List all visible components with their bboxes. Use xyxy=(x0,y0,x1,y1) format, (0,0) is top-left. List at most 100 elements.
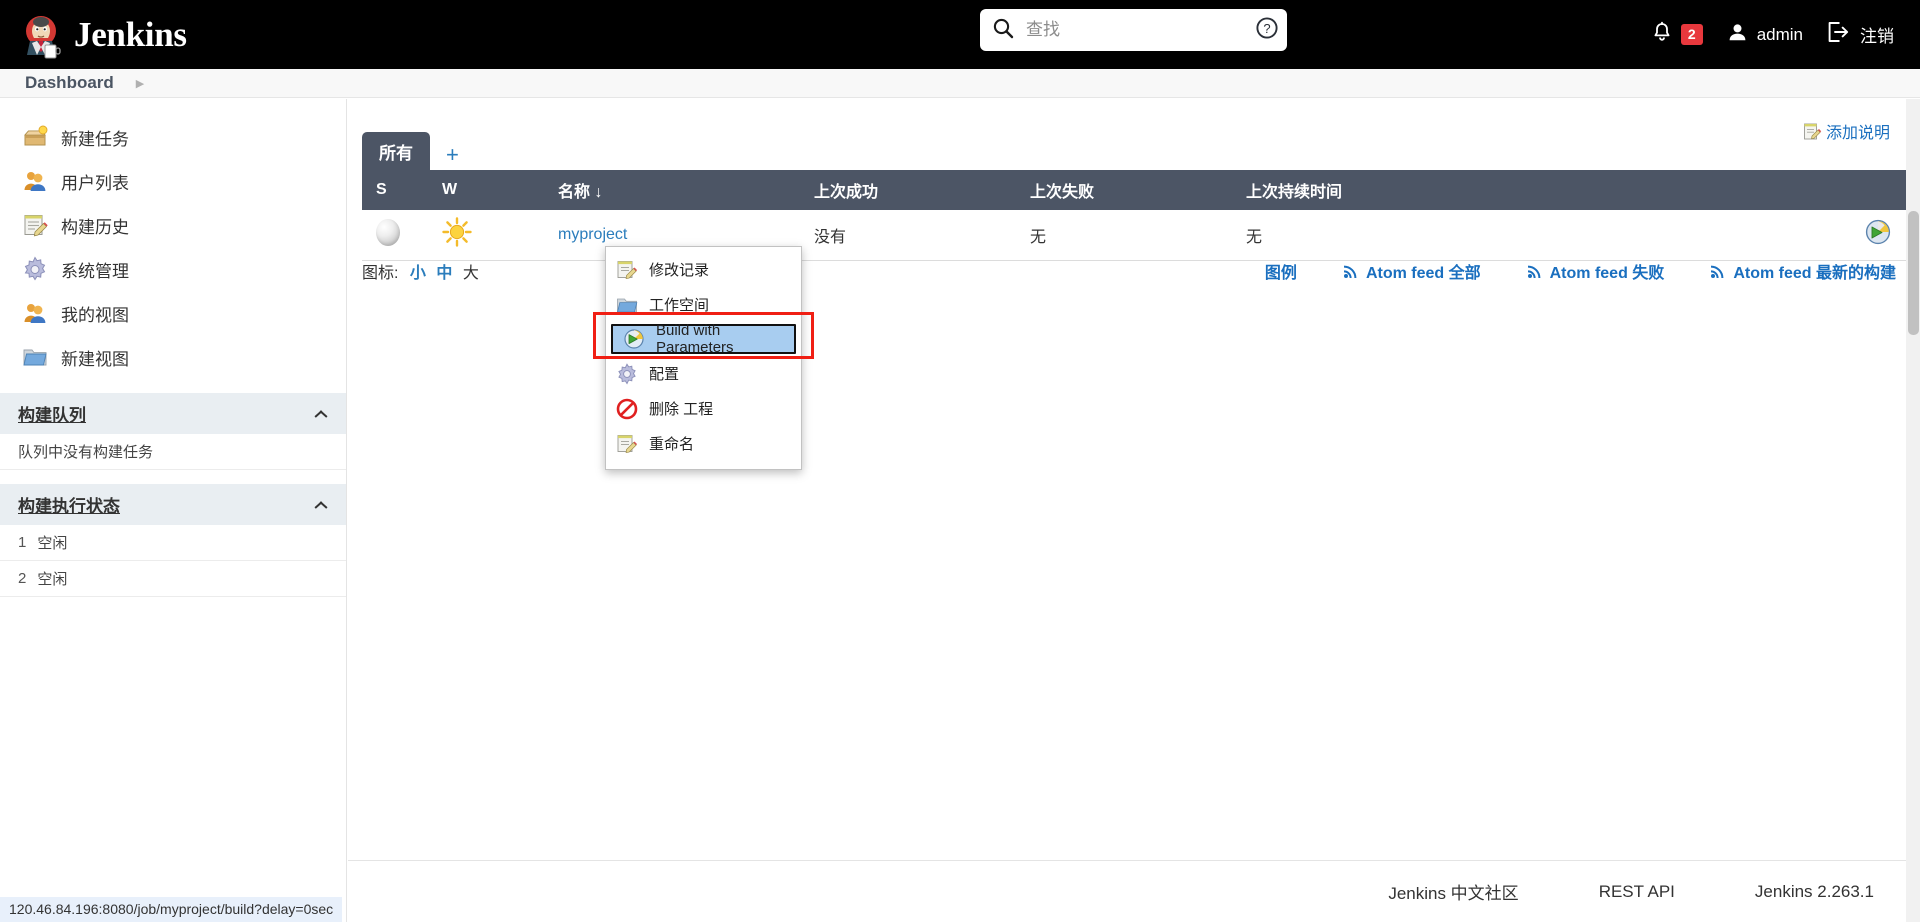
atom-feed-latest-link[interactable]: Atom feed 最新的构建 xyxy=(1710,259,1896,283)
context-menu-item-configure[interactable]: 配置 xyxy=(606,356,801,391)
sidebar-item-new-view[interactable]: 新建视图 xyxy=(0,335,346,379)
notepad-pencil-icon xyxy=(616,433,638,455)
notepad-pencil-icon xyxy=(616,259,638,281)
column-header-name[interactable]: 名称 ↓ xyxy=(544,170,800,210)
executor-row[interactable]: 1 空闲 xyxy=(0,525,346,561)
breadcrumb: Dashboard ▶ xyxy=(0,69,1920,98)
rss-icon xyxy=(1710,263,1726,279)
context-menu-item-build-with-parameters[interactable]: Build with Parameters xyxy=(611,322,796,356)
column-header-last-failure[interactable]: 上次失败 xyxy=(1016,170,1232,210)
build-executor-section: 构建执行状态 1 空闲 2 空闲 xyxy=(0,484,346,597)
footer-version: Jenkins 2.263.1 xyxy=(1754,881,1874,901)
grey-ball-icon xyxy=(376,218,400,246)
footer-link-community[interactable]: Jenkins 中文社区 xyxy=(1388,879,1518,904)
brand-title: Jenkins xyxy=(74,14,187,54)
chevron-right-icon: ▶ xyxy=(135,77,145,90)
header-right-controls: 2 admin 注销 xyxy=(1639,0,1920,69)
build-with-parameters-icon xyxy=(623,328,645,350)
delete-prohibited-icon xyxy=(616,398,638,420)
vertical-scrollbar-thumb[interactable] xyxy=(1908,211,1919,335)
column-header-actions xyxy=(1518,170,1906,210)
cell-actions xyxy=(1518,210,1906,261)
icon-size-label: 图标: xyxy=(362,265,399,282)
executor-state: 空闲 xyxy=(37,571,68,588)
notepad-pencil-icon xyxy=(22,212,48,238)
people-icon xyxy=(22,300,48,326)
notifications-button[interactable]: 2 xyxy=(1639,0,1715,69)
context-menu-item-workspace[interactable]: 工作空间 xyxy=(606,287,801,322)
context-menu-item-changes[interactable]: 修改记录 xyxy=(606,252,801,287)
job-context-menu: 修改记录 工作空间 Build with Parameters 配置 删除 工程… xyxy=(605,246,802,470)
table-row: myproject 没有 无 无 xyxy=(362,210,1906,261)
top-header: Jenkins ? 2 xyxy=(0,0,1920,69)
cell-last-duration: 无 xyxy=(1232,210,1518,261)
vertical-scrollbar-track[interactable] xyxy=(1906,99,1920,922)
chevron-up-icon[interactable] xyxy=(314,500,328,509)
executor-row[interactable]: 2 空闲 xyxy=(0,561,346,597)
logout-button[interactable]: 注销 xyxy=(1815,0,1920,69)
browser-status-bar-url: 120.46.84.196:8080/job/myproject/build?d… xyxy=(0,897,343,922)
chevron-up-icon[interactable] xyxy=(314,409,328,418)
help-circle-icon[interactable]: ? xyxy=(1255,16,1279,45)
jenkins-butler-logo-icon xyxy=(20,11,64,59)
context-menu-item-delete-project[interactable]: 删除 工程 xyxy=(606,391,801,426)
logout-icon xyxy=(1827,21,1851,48)
search-input[interactable] xyxy=(1024,19,1249,41)
build-queue-title: 构建队列 xyxy=(18,406,86,425)
job-link-myproject[interactable]: myproject xyxy=(558,226,627,243)
context-menu-label: 删除 工程 xyxy=(649,401,714,418)
jobs-table: S W 名称 ↓ 上次成功 上次失败 上次持续时间 myproject 没有 无… xyxy=(362,170,1906,261)
build-with-parameters-icon[interactable] xyxy=(1864,220,1892,250)
icon-size-medium[interactable]: 中 xyxy=(436,265,452,282)
gear-icon xyxy=(616,362,638,385)
sidebar-item-manage-jenkins[interactable]: 系统管理 xyxy=(0,247,346,291)
add-view-button[interactable]: + xyxy=(446,142,459,170)
sidebar-item-build-history[interactable]: 构建历史 xyxy=(0,203,346,247)
user-name: admin xyxy=(1756,24,1803,44)
sidebar-item-my-views[interactable]: 我的视图 xyxy=(0,291,346,335)
user-menu-button[interactable]: admin xyxy=(1715,0,1815,69)
cell-weather xyxy=(428,210,544,261)
column-header-weather[interactable]: W xyxy=(428,170,544,210)
rss-icon xyxy=(1527,263,1543,279)
sidebar-item-label: 新建任务 xyxy=(61,129,129,149)
column-header-last-success[interactable]: 上次成功 xyxy=(800,170,1016,210)
sidebar-item-user-list[interactable]: 用户列表 xyxy=(0,159,346,203)
view-tabs: 所有 + xyxy=(362,132,1906,170)
sidebar: 新建任务 用户列表 构建历史 系统管理 我的视图 新建视图 构建队列 队列中没有… xyxy=(0,99,347,922)
build-queue-header[interactable]: 构建队列 xyxy=(0,393,346,434)
executor-number: 1 xyxy=(18,534,27,551)
atom-feed-all-label: Atom feed 全部 xyxy=(1365,265,1481,282)
feed-links: 图例 Atom feed 全部 Atom feed 失败 Atom feed 最… xyxy=(1265,259,1896,283)
new-item-box-icon xyxy=(22,124,48,150)
cell-last-success: 没有 xyxy=(800,210,1016,261)
jenkins-home-link[interactable]: Jenkins xyxy=(20,0,187,69)
breadcrumb-item-dashboard[interactable]: Dashboard xyxy=(25,73,114,93)
build-executor-title: 构建执行状态 xyxy=(18,497,120,516)
logout-label: 注销 xyxy=(1860,27,1894,46)
sunny-icon xyxy=(442,217,472,247)
cell-status xyxy=(362,210,428,261)
context-menu-label: Build with Parameters xyxy=(656,322,734,356)
search-box[interactable]: ? xyxy=(980,9,1287,51)
atom-feed-all-link[interactable]: Atom feed 全部 xyxy=(1343,259,1481,283)
cell-last-failure: 无 xyxy=(1016,210,1232,261)
column-header-last-duration[interactable]: 上次持续时间 xyxy=(1232,170,1518,210)
sidebar-item-new-job[interactable]: 新建任务 xyxy=(0,115,346,159)
page-footer: Jenkins 中文社区 REST API Jenkins 2.263.1 xyxy=(348,860,1920,922)
build-executor-header[interactable]: 构建执行状态 xyxy=(0,484,346,525)
tab-all[interactable]: 所有 xyxy=(362,132,430,170)
sidebar-item-label: 系统管理 xyxy=(61,261,129,281)
context-menu-label: 配置 xyxy=(649,366,680,383)
legend-label: 图例 xyxy=(1264,265,1297,282)
executor-state: 空闲 xyxy=(37,535,68,552)
context-menu-item-rename[interactable]: 重命名 xyxy=(606,426,801,461)
footer-link-rest-api[interactable]: REST API xyxy=(1599,882,1675,902)
search-icon xyxy=(992,17,1014,44)
column-header-status[interactable]: S xyxy=(362,170,428,210)
build-queue-section: 构建队列 队列中没有构建任务 xyxy=(0,393,346,470)
legend-link[interactable]: 图例 xyxy=(1265,259,1297,283)
atom-feed-failure-link[interactable]: Atom feed 失败 xyxy=(1527,259,1664,283)
icon-size-small[interactable]: 小 xyxy=(410,265,426,282)
build-queue-empty-text: 队列中没有构建任务 xyxy=(0,434,346,470)
